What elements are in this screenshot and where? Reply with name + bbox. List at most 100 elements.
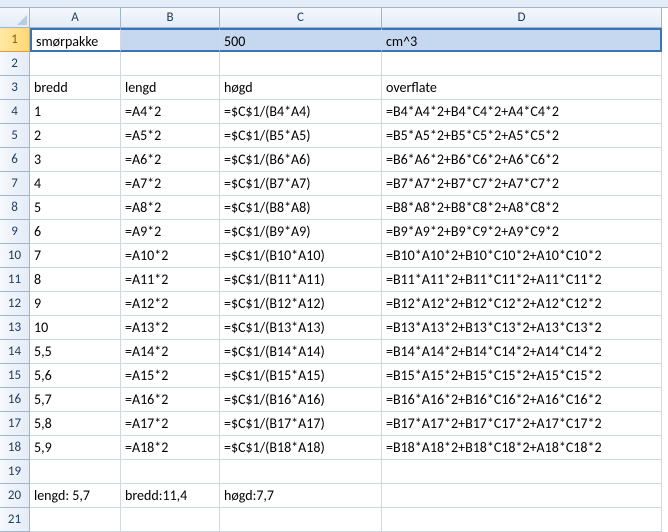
cell[interactable]: =$C$1/(B4*A4) <box>220 100 382 124</box>
select-all-corner[interactable] <box>0 8 30 28</box>
row-header[interactable]: 3 <box>0 76 30 100</box>
row-header[interactable]: 10 <box>0 244 30 268</box>
cell[interactable]: =B8*A8*2+B8*C8*2+A8*C8*2 <box>382 196 662 220</box>
cell[interactable]: 10 <box>30 316 121 340</box>
cell[interactable]: lengd <box>121 76 220 100</box>
cell[interactable]: =B7*A7*2+B7*C7*2+A7*C7*2 <box>382 172 662 196</box>
row-header[interactable]: 4 <box>0 100 30 124</box>
cell[interactable]: =$C$1/(B7*A7) <box>220 172 382 196</box>
cell[interactable]: 5,9 <box>30 436 121 460</box>
cell[interactable]: =$C$1/(B17*A17) <box>220 412 382 436</box>
row-header[interactable]: 1 <box>0 28 30 52</box>
cell[interactable]: =B4*A4*2+B4*C4*2+A4*C4*2 <box>382 100 662 124</box>
col-header-D[interactable]: D <box>382 8 662 28</box>
cell[interactable]: bredd <box>30 76 121 100</box>
cell[interactable]: 5,7 <box>30 388 121 412</box>
cell[interactable]: =$C$1/(B8*A8) <box>220 196 382 220</box>
cell[interactable]: =B9*A9*2+B9*C9*2+A9*C9*2 <box>382 220 662 244</box>
cell[interactable]: =A5*2 <box>121 124 220 148</box>
cell[interactable]: 2 <box>30 124 121 148</box>
cell[interactable]: =A15*2 <box>121 364 220 388</box>
cell[interactable]: 8 <box>30 268 121 292</box>
row-header[interactable]: 19 <box>0 460 30 484</box>
cell[interactable]: =B11*A11*2+B11*C11*2+A11*C11*2 <box>382 268 662 292</box>
cell[interactable]: =$C$1/(B5*A5) <box>220 124 382 148</box>
cell[interactable] <box>121 508 220 532</box>
cell[interactable]: =B5*A5*2+B5*C5*2+A5*C5*2 <box>382 124 662 148</box>
col-header-A[interactable]: A <box>30 8 121 28</box>
cell[interactable] <box>121 28 220 52</box>
cell[interactable] <box>121 52 220 76</box>
cell[interactable]: =$C$1/(B15*A15) <box>220 364 382 388</box>
row-header[interactable]: 9 <box>0 220 30 244</box>
row-header[interactable]: 6 <box>0 148 30 172</box>
cell[interactable]: 4 <box>30 172 121 196</box>
cell[interactable] <box>30 52 121 76</box>
cell[interactable]: høgd <box>220 76 382 100</box>
cell[interactable]: =A11*2 <box>121 268 220 292</box>
cell[interactable]: =B16*A16*2+B16*C16*2+A16*C16*2 <box>382 388 662 412</box>
cell[interactable] <box>30 508 121 532</box>
cell[interactable] <box>30 460 121 484</box>
cell[interactable]: =B13*A13*2+B13*C13*2+A13*C13*2 <box>382 316 662 340</box>
cell[interactable] <box>220 52 382 76</box>
cell[interactable]: =A9*2 <box>121 220 220 244</box>
row-header[interactable]: 12 <box>0 292 30 316</box>
cell[interactable]: =A6*2 <box>121 148 220 172</box>
cell[interactable]: bredd:11,4 <box>121 484 220 508</box>
cell[interactable]: 5,8 <box>30 412 121 436</box>
cell[interactable] <box>382 52 662 76</box>
cell[interactable]: =$C$1/(B9*A9) <box>220 220 382 244</box>
row-header[interactable]: 18 <box>0 436 30 460</box>
cell[interactable]: 500 <box>220 28 382 52</box>
cell[interactable]: =A17*2 <box>121 412 220 436</box>
cell[interactable]: =A18*2 <box>121 436 220 460</box>
cell[interactable]: =B15*A15*2+B15*C15*2+A15*C15*2 <box>382 364 662 388</box>
cell[interactable]: 7 <box>30 244 121 268</box>
cell[interactable]: =B17*A17*2+B17*C17*2+A17*C17*2 <box>382 412 662 436</box>
cell[interactable]: smørpakke <box>30 28 121 52</box>
row-header[interactable]: 8 <box>0 196 30 220</box>
cell[interactable]: cm^3 <box>382 28 662 52</box>
row-header[interactable]: 7 <box>0 172 30 196</box>
cell[interactable]: =B10*A10*2+B10*C10*2+A10*C10*2 <box>382 244 662 268</box>
row-header[interactable]: 13 <box>0 316 30 340</box>
cell[interactable]: 5,6 <box>30 364 121 388</box>
cell[interactable] <box>220 460 382 484</box>
cell[interactable]: lengd: 5,7 <box>30 484 121 508</box>
cell[interactable]: 6 <box>30 220 121 244</box>
cell[interactable]: =B18*A18*2+B18*C18*2+A18*C18*2 <box>382 436 662 460</box>
cell[interactable] <box>220 508 382 532</box>
cell[interactable]: =$C$1/(B11*A11) <box>220 268 382 292</box>
cell[interactable]: =$C$1/(B13*A13) <box>220 316 382 340</box>
cell[interactable]: 5 <box>30 196 121 220</box>
cell[interactable]: =A7*2 <box>121 172 220 196</box>
cell[interactable]: =A16*2 <box>121 388 220 412</box>
cell[interactable]: =A13*2 <box>121 316 220 340</box>
cell[interactable]: =B6*A6*2+B6*C6*2+A6*C6*2 <box>382 148 662 172</box>
cell[interactable]: =A10*2 <box>121 244 220 268</box>
cell[interactable] <box>382 484 662 508</box>
cell[interactable]: overflate <box>382 76 662 100</box>
row-header[interactable]: 14 <box>0 340 30 364</box>
row-header[interactable]: 17 <box>0 412 30 436</box>
cell[interactable]: =A4*2 <box>121 100 220 124</box>
col-header-B[interactable]: B <box>121 8 220 28</box>
cell[interactable]: =$C$1/(B16*A16) <box>220 388 382 412</box>
cell[interactable]: =B12*A12*2+B12*C12*2+A12*C12*2 <box>382 292 662 316</box>
row-header[interactable]: 11 <box>0 268 30 292</box>
row-header[interactable]: 2 <box>0 52 30 76</box>
spreadsheet-grid[interactable]: A B C D 1smørpakke500cm^323breddlengdhøg… <box>0 8 668 532</box>
row-header[interactable]: 15 <box>0 364 30 388</box>
cell[interactable]: =$C$1/(B14*A14) <box>220 340 382 364</box>
cell[interactable]: =B14*A14*2+B14*C14*2+A14*C14*2 <box>382 340 662 364</box>
row-header[interactable]: 20 <box>0 484 30 508</box>
cell[interactable]: høgd:7,7 <box>220 484 382 508</box>
row-header[interactable]: 5 <box>0 124 30 148</box>
cell[interactable] <box>382 460 662 484</box>
cell[interactable]: =A12*2 <box>121 292 220 316</box>
cell[interactable]: 3 <box>30 148 121 172</box>
cell[interactable]: 9 <box>30 292 121 316</box>
cell[interactable] <box>382 508 662 532</box>
cell[interactable]: =$C$1/(B12*A12) <box>220 292 382 316</box>
